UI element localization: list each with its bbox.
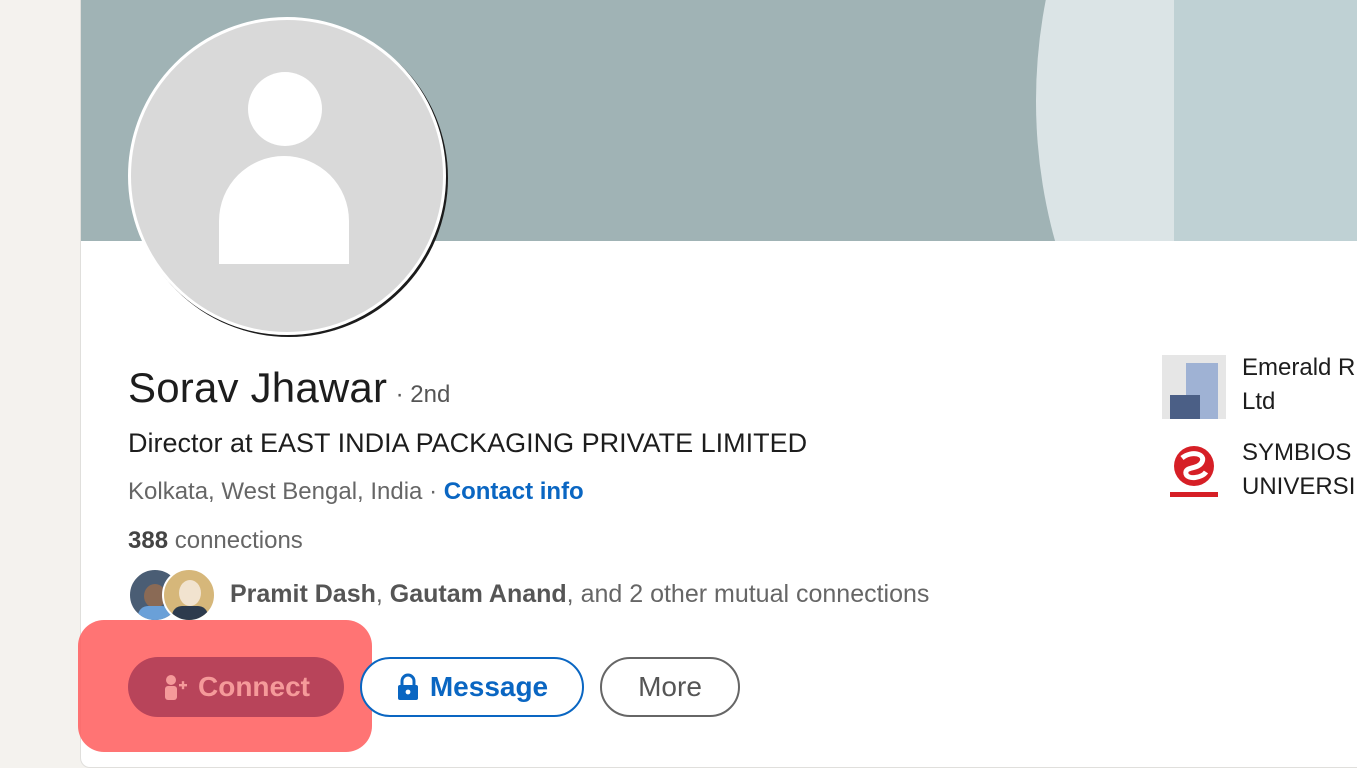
org-company-line2: Ltd — [1242, 388, 1276, 415]
more-label: More — [638, 671, 702, 702]
more-button[interactable]: More — [600, 657, 740, 717]
mutual-rest: , and 2 other mutual connections — [566, 580, 930, 608]
profile-headline: Director at EAST INDIA PACKAGING PRIVATE… — [128, 428, 808, 458]
org-university-line1: SYMBIOS — [1242, 439, 1352, 466]
location-row: Kolkata, West Bengal, India · Contact in… — [128, 478, 584, 506]
contact-info-link[interactable]: Contact info — [444, 478, 584, 505]
profile-avatar[interactable] — [128, 17, 446, 335]
avatar-head-shape — [248, 72, 322, 146]
mutual-connections-text: Pramit Dash, Gautam Anand, and 2 other m… — [230, 580, 929, 609]
location-separator: · — [422, 478, 444, 505]
avatar-body-shape — [219, 156, 349, 264]
connections-number: 388 — [128, 527, 169, 554]
mutual-separator: , — [375, 580, 390, 608]
profile-name: Sorav Jhawar — [128, 364, 388, 411]
profile-location: Kolkata, West Bengal, India — [128, 478, 423, 505]
company-logo-shape-b — [1170, 395, 1200, 419]
org-name-university: SYMBIOS UNIVERSI — [1242, 436, 1355, 504]
connect-button[interactable]: Connect — [128, 657, 344, 717]
university-logo-icon — [1162, 440, 1226, 504]
mutual-name-2: Gautam Anand — [389, 580, 567, 608]
connect-label: Connect — [198, 671, 310, 702]
org-name-company: Emerald R Ltd — [1242, 351, 1355, 419]
add-person-icon — [162, 673, 188, 701]
lock-icon — [396, 673, 420, 701]
org-company-line1: Emerald R — [1242, 354, 1356, 381]
org-university-line2: UNIVERSI — [1242, 473, 1356, 500]
message-button[interactable]: Message — [360, 657, 584, 717]
connections-label: connections — [168, 527, 303, 554]
mutual-avatar-2-face — [179, 580, 201, 606]
mutual-name-1: Pramit Dash — [230, 580, 376, 608]
name-row: Sorav Jhawar · 2nd — [128, 364, 450, 412]
connections-count[interactable]: 388 connections — [128, 527, 303, 555]
company-logo-icon — [1162, 355, 1226, 419]
connection-degree: · 2nd — [395, 381, 451, 408]
banner-stripe-shape — [1174, 0, 1357, 241]
mutual-avatar-2 — [162, 568, 216, 622]
message-label: Message — [429, 671, 549, 702]
